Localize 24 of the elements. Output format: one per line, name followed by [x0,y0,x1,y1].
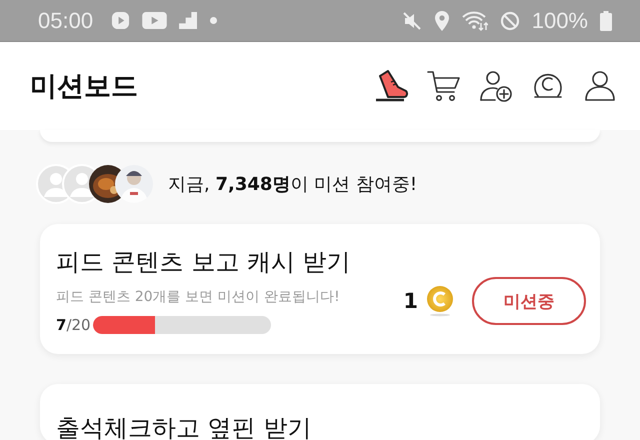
mission-title: 피드 콘텐츠 보고 캐시 받기 [56,247,351,278]
participants-text: 지금, 7,348명이 미션 참여중! [168,173,418,196]
video-play-icon [142,12,168,29]
play-badge-icon [111,11,130,30]
cash-coin-icon [426,285,454,317]
mission-title: 출석체크하고 옆핀 받기 [56,413,312,440]
mission-button[interactable]: 미션중 [472,277,586,325]
reward-amount: 1 [403,289,418,313]
location-pin-icon [434,10,450,30]
profile-icon[interactable] [582,68,618,104]
progress-count: 7/20 [56,316,91,334]
sneaker-icon[interactable] [374,68,410,104]
cart-icon[interactable] [426,68,462,104]
stairs-icon [179,12,198,29]
wifi-icon [462,10,488,30]
dot-icon [210,17,218,24]
add-friend-icon[interactable] [478,68,514,104]
mission-description: 피드 콘텐츠 20개를 보면 미션이 완료됩니다! [56,288,341,306]
battery-icon [600,10,612,30]
battery-percent: 100% [532,8,588,34]
clock-time: 05:00 [38,8,94,34]
do-not-disturb-icon [500,10,520,30]
mute-icon [402,10,422,30]
page-title: 미션보드 [30,70,138,104]
